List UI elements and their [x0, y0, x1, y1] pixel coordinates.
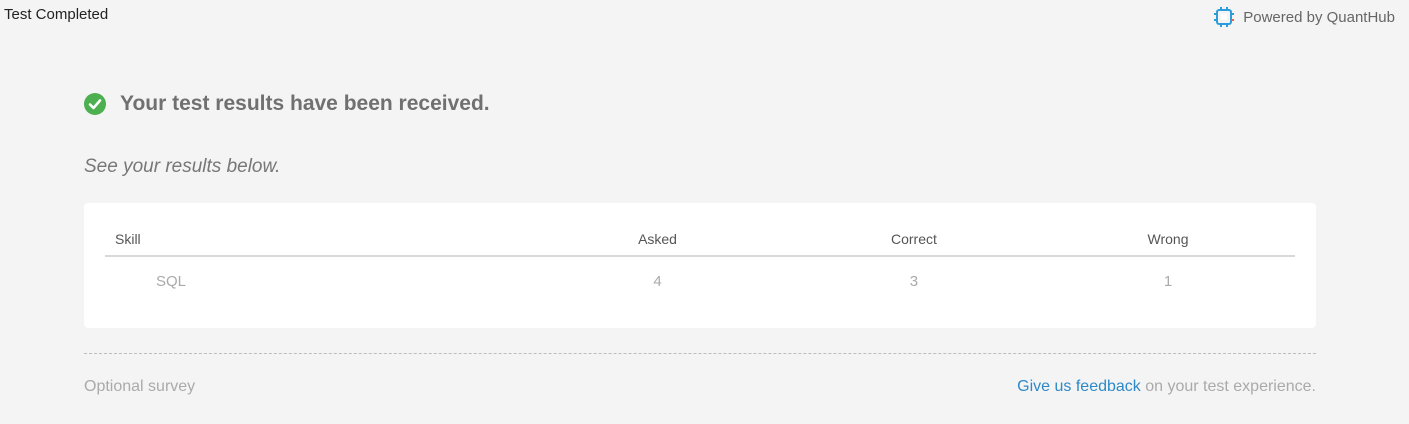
column-header-skill: Skill	[105, 225, 529, 257]
column-header-asked: Asked	[528, 225, 787, 257]
page-title: Test Completed	[4, 6, 109, 23]
check-circle-icon	[84, 93, 106, 115]
results-table-header: Skill Asked Correct Wrong	[105, 225, 1295, 257]
column-header-correct: Correct	[786, 225, 1042, 257]
success-message: Your test results have been received.	[120, 92, 490, 115]
feedback-suffix: on your test experience.	[1140, 378, 1316, 395]
results-table: Skill Asked Correct Wrong SQL 4 3 1	[105, 225, 1295, 290]
feedback-line: Give us feedback on your test experience…	[1017, 378, 1316, 396]
results-subtitle: See your results below.	[84, 156, 281, 177]
optional-survey-label: Optional survey	[84, 378, 196, 395]
give-feedback-link[interactable]: Give us feedback	[1017, 378, 1141, 395]
success-message-row: Your test results have been received.	[84, 92, 490, 116]
table-row: SQL 4 3 1	[105, 256, 1295, 290]
cell-wrong: 1	[1163, 273, 1173, 290]
quanthub-chip-icon	[1213, 6, 1235, 28]
section-divider	[84, 353, 1316, 354]
column-header-wrong: Wrong	[1041, 225, 1295, 257]
cell-correct: 3	[909, 273, 919, 290]
powered-by-brand: Powered by QuantHub	[1213, 6, 1395, 28]
cell-asked: 4	[653, 273, 662, 290]
results-card: Skill Asked Correct Wrong SQL 4 3 1	[84, 203, 1316, 328]
cell-skill: SQL	[156, 273, 187, 290]
brand-text: Powered by QuantHub	[1243, 8, 1395, 26]
